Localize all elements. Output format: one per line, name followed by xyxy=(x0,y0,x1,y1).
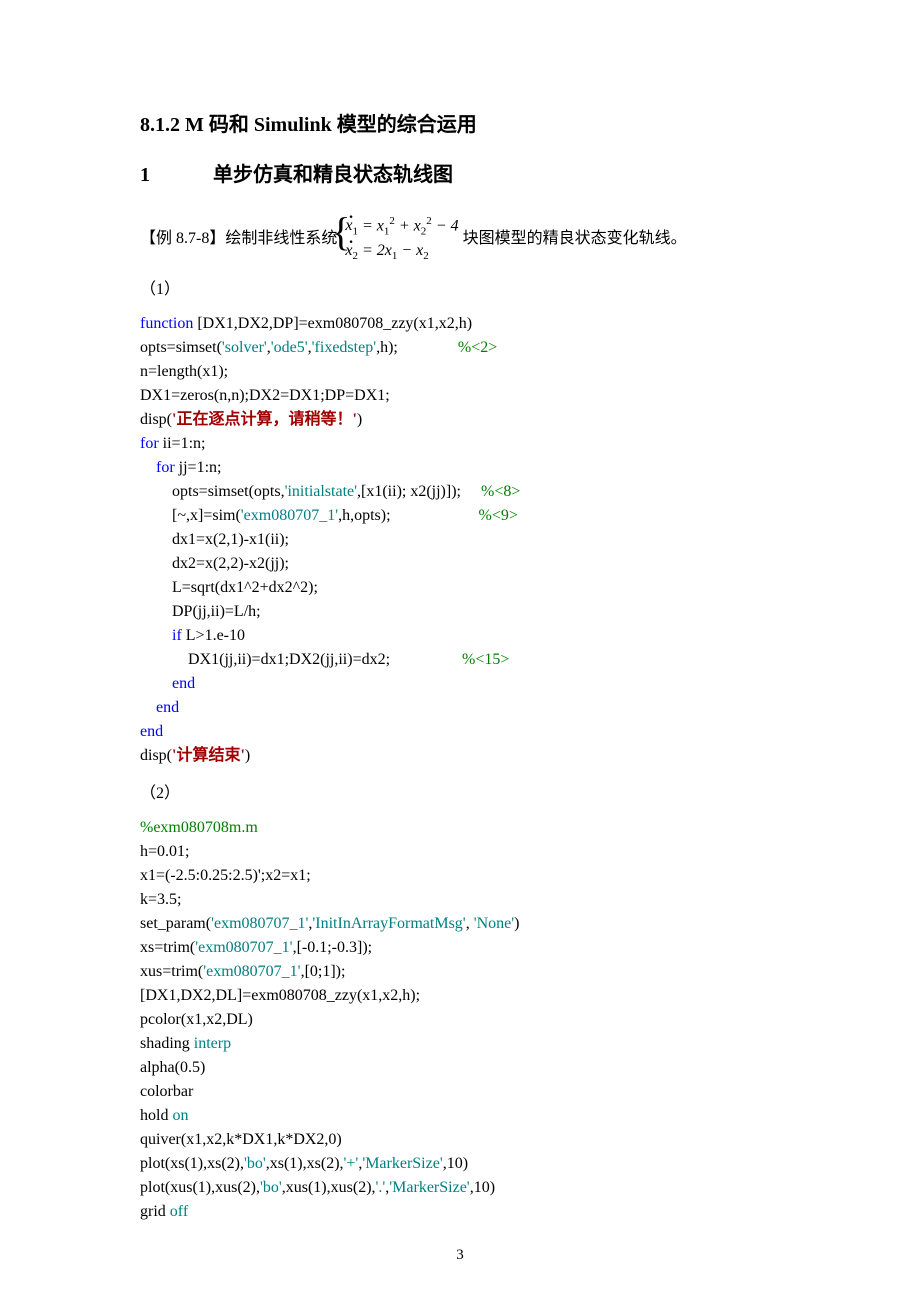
example-line: 【例 8.7-8】 绘制非线性系统 { x1 = x12 + x22 − 4 x… xyxy=(140,214,780,264)
page-number: 3 xyxy=(0,1244,920,1267)
equation: { x1 = x12 + x22 − 4 x2 = 2x1 − x2 xyxy=(341,214,458,264)
example-label: 【例 8.7-8】 xyxy=(140,227,225,251)
section-heading: 8.1.2 M 码和 Simulink 模型的综合运用 xyxy=(140,110,780,140)
sub-heading-num: 1 xyxy=(140,160,208,190)
example-post: 块图模型的精良状态变化轨线。 xyxy=(463,227,687,251)
example-pre: 绘制非线性系统 xyxy=(225,227,337,251)
page: 8.1.2 M 码和 Simulink 模型的综合运用 1 单步仿真和精良状态轨… xyxy=(0,0,920,1302)
part-1-label: （1） xyxy=(140,278,780,302)
part-2-label: （2） xyxy=(140,782,780,806)
sub-heading: 1 单步仿真和精良状态轨线图 xyxy=(140,160,780,190)
code-block-1: function [DX1,DX2,DP]=exm080708_zzy(x1,x… xyxy=(140,312,780,768)
sub-heading-title: 单步仿真和精良状态轨线图 xyxy=(213,164,453,186)
code-block-2: %exm080708m.mh=0.01;x1=(-2.5:0.25:2.5)';… xyxy=(140,816,780,1224)
